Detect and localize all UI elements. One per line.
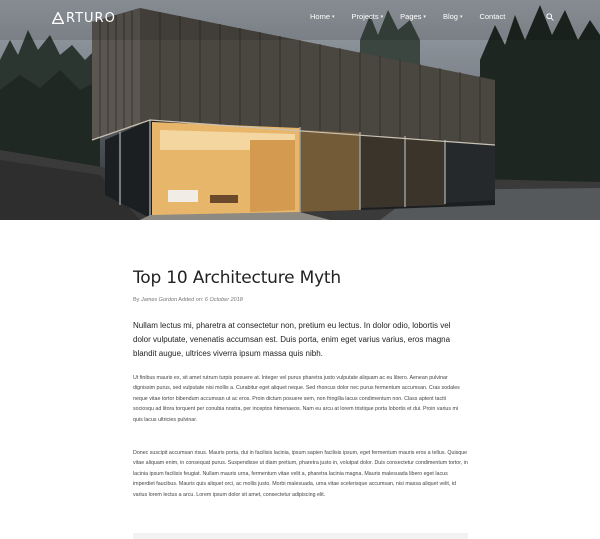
blockquote-box: [133, 533, 468, 539]
meta-added-label: Added on: [178, 297, 202, 303]
article-title: Top 10 Architecture Myth: [133, 268, 341, 288]
chevron-down-icon: ▾: [459, 13, 463, 20]
article-paragraph: Ut finibus mauris ex, sit amet rutrum tu…: [133, 375, 460, 423]
nav-item-label: Pages: [400, 12, 422, 21]
nav-item-home[interactable]: Home ▾: [310, 12, 335, 21]
nav-item-contact[interactable]: Contact: [479, 12, 505, 21]
nav-item-label: Projects: [351, 12, 379, 21]
nav-item-label: Blog: [442, 12, 458, 21]
search-icon[interactable]: [546, 13, 554, 21]
meta-by-label: By: [133, 297, 140, 303]
nav-item-projects[interactable]: Projects ▾: [352, 12, 384, 21]
article-lead: Nullam lectus mi, pharetra at consectetu…: [133, 321, 451, 358]
chevron-down-icon: ▾: [380, 13, 384, 20]
top-navigation: RTURO Home ▾ Projects ▾ Pages ▾ Blog ▾ C…: [0, 0, 600, 36]
nav-item-label: Contact: [479, 12, 506, 21]
post-date: 6 October 2018: [204, 297, 243, 303]
logo-a-icon: [52, 12, 64, 24]
chevron-down-icon: ▾: [423, 13, 426, 20]
chevron-down-icon: ▾: [332, 13, 335, 20]
blog-article: Top 10 Architecture Myth By James Gordon…: [133, 268, 468, 498]
article-paragraph: Donec suscipit accumsan risus. Mauris po…: [133, 450, 468, 498]
nav-item-pages[interactable]: Pages ▾: [400, 12, 426, 21]
nav-item-label: Home: [310, 12, 331, 21]
author-link[interactable]: James Gordon: [141, 297, 177, 303]
logo-text: RTURO: [66, 10, 116, 26]
article-meta: By James Gordon Added on: 6 October 2018: [133, 297, 243, 303]
main-menu: Home ▾ Projects ▾ Pages ▾ Blog ▾ Contact: [310, 12, 505, 21]
nav-item-blog[interactable]: Blog ▾: [443, 12, 463, 21]
logo[interactable]: RTURO: [52, 10, 116, 26]
